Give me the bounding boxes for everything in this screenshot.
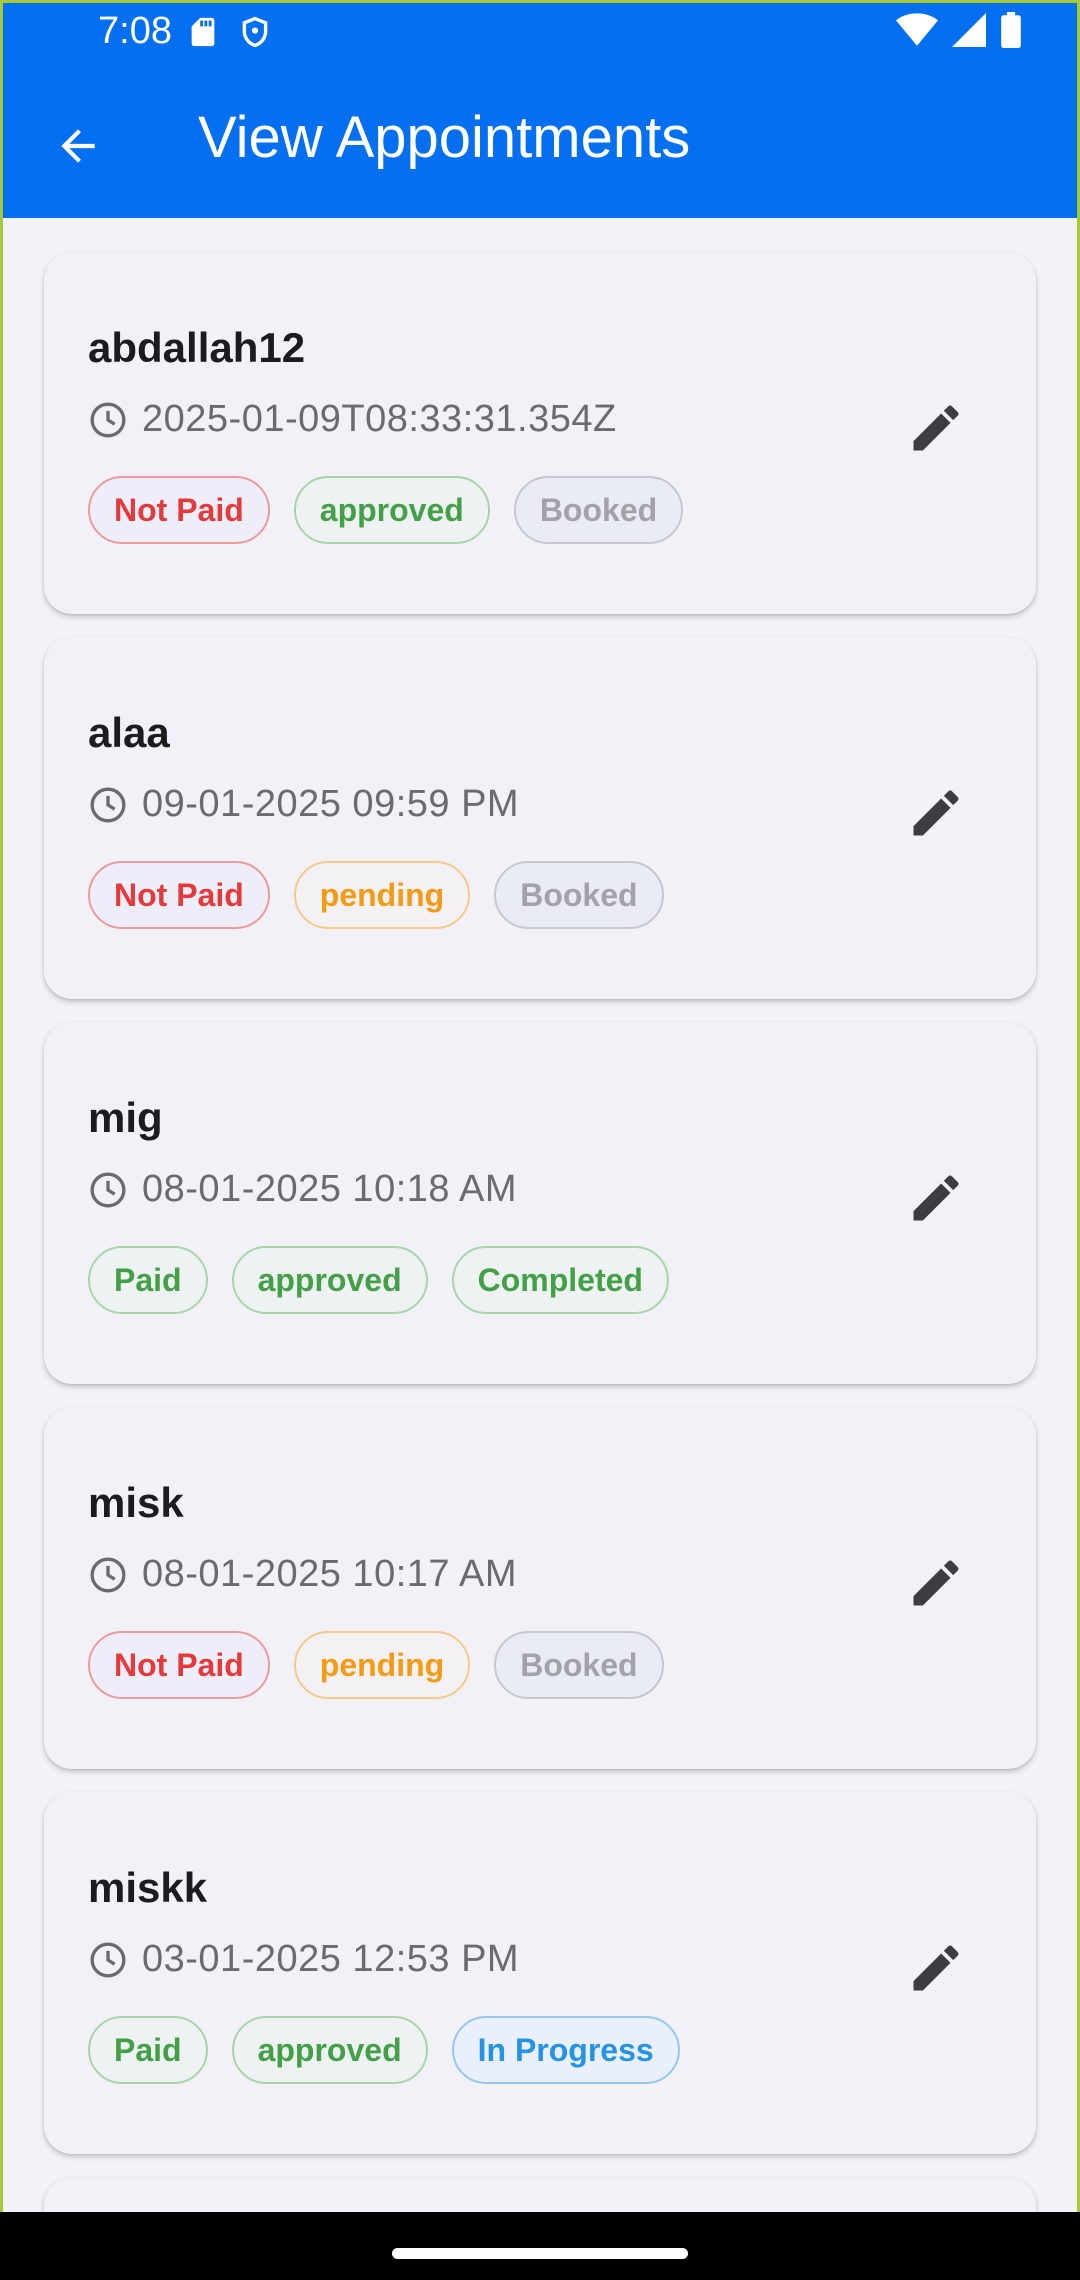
appointment-time-row: 2025-01-09T08:33:31.354Z [88, 398, 617, 441]
page-title: View Appointments [198, 105, 691, 170]
edit-button[interactable] [890, 767, 982, 859]
appointment-time-row: 08-01-2025 10:17 AM [88, 1553, 517, 1596]
status-chips: Not Paid pending Booked [88, 1631, 664, 1699]
sd-card-icon [191, 17, 215, 47]
appointment-card[interactable]: mig 08-01-2025 10:18 AM Paid approved Comp… [44, 1022, 1036, 1384]
status-chips: Paid approved In Progress [88, 2016, 680, 2084]
patient-name: misk [88, 1479, 184, 1526]
edit-button[interactable] [890, 1922, 982, 2014]
status-chip: approved [231, 2016, 428, 2084]
clock-icon [90, 1942, 126, 1977]
status-time: 7:08 [98, 10, 172, 52]
appointment-card[interactable]: miskk 03-01-2025 12:53 PM Paid approved In… [44, 1792, 1036, 2154]
appointment-time: 08-01-2025 10:17 AM [142, 1553, 517, 1595]
appointments-list: abdallah12 2025-01-09T08:33:31.354Z Not … [44, 252, 1036, 2240]
clock-icon [90, 402, 126, 437]
navigation-bar [0, 2212, 1080, 2280]
appointment-card[interactable]: abdallah12 2025-01-09T08:33:31.354Z Not … [44, 252, 1036, 614]
edit-button[interactable] [890, 1152, 982, 1244]
status-chips: Paid approved Completed [88, 1246, 669, 1314]
status-chip: pending [293, 861, 471, 929]
status-chip: Paid [88, 2016, 208, 2084]
status-chip: Not Paid [88, 1631, 270, 1699]
shield-icon [242, 16, 268, 48]
status-right-icons [896, 12, 1022, 48]
status-chips: Not Paid approved Booked [88, 476, 684, 544]
status-chip: pending [293, 1631, 471, 1699]
appointment-time-row: 09-01-2025 09:59 PM [88, 783, 519, 826]
app-bar: 7:08 View Appointments [0, 0, 1080, 218]
battery-icon [1001, 12, 1021, 48]
status-chip: In Progress [451, 2016, 680, 2084]
status-left-icons [186, 14, 272, 50]
patient-name: alaa [88, 709, 170, 756]
appointment-card[interactable]: misk 08-01-2025 10:17 AM Not Paid pending… [44, 1407, 1036, 1769]
status-chip: Booked [494, 1631, 664, 1699]
status-chip: approved [293, 476, 490, 544]
status-chip: Not Paid [88, 476, 270, 544]
arrow-back-icon [61, 129, 95, 163]
status-chip: Paid [88, 1246, 208, 1314]
pencil-icon [913, 1945, 959, 1991]
appointment-time: 03-01-2025 12:53 PM [142, 1938, 520, 1980]
wifi-icon [896, 13, 938, 46]
appointment-time: 08-01-2025 10:18 AM [142, 1168, 517, 1210]
pencil-icon [913, 1560, 959, 1606]
status-chip: approved [231, 1246, 428, 1314]
clock-icon [90, 787, 126, 822]
clock-icon [90, 1557, 126, 1592]
appointment-time-row: 03-01-2025 12:53 PM [88, 1938, 519, 1981]
back-button[interactable] [48, 116, 108, 176]
clock-icon [90, 1172, 126, 1207]
edit-button[interactable] [890, 1537, 982, 1629]
pencil-icon [913, 405, 959, 451]
appointment-time: 2025-01-09T08:33:31.354Z [142, 398, 617, 440]
edit-button[interactable] [890, 382, 982, 474]
status-chips: Not Paid pending Booked [88, 861, 664, 929]
appointment-time-row: 08-01-2025 10:18 AM [88, 1168, 517, 1211]
appointment-card[interactable]: alaa 09-01-2025 09:59 PM Not Paid pending… [44, 637, 1036, 999]
signal-icon [952, 13, 986, 47]
appointment-card-partial[interactable] [44, 2177, 1036, 2217]
patient-name: abdallah12 [88, 324, 306, 371]
patient-name: miskk [88, 1864, 208, 1911]
status-chip: Booked [513, 476, 684, 544]
home-indicator[interactable] [392, 2248, 688, 2259]
patient-name: mig [88, 1094, 163, 1141]
pencil-icon [913, 1175, 959, 1221]
pencil-icon [913, 790, 959, 836]
status-chip: Not Paid [88, 861, 270, 929]
appointment-time: 09-01-2025 09:59 PM [142, 783, 520, 825]
status-chip: Completed [451, 1246, 669, 1314]
status-chip: Booked [494, 861, 664, 929]
